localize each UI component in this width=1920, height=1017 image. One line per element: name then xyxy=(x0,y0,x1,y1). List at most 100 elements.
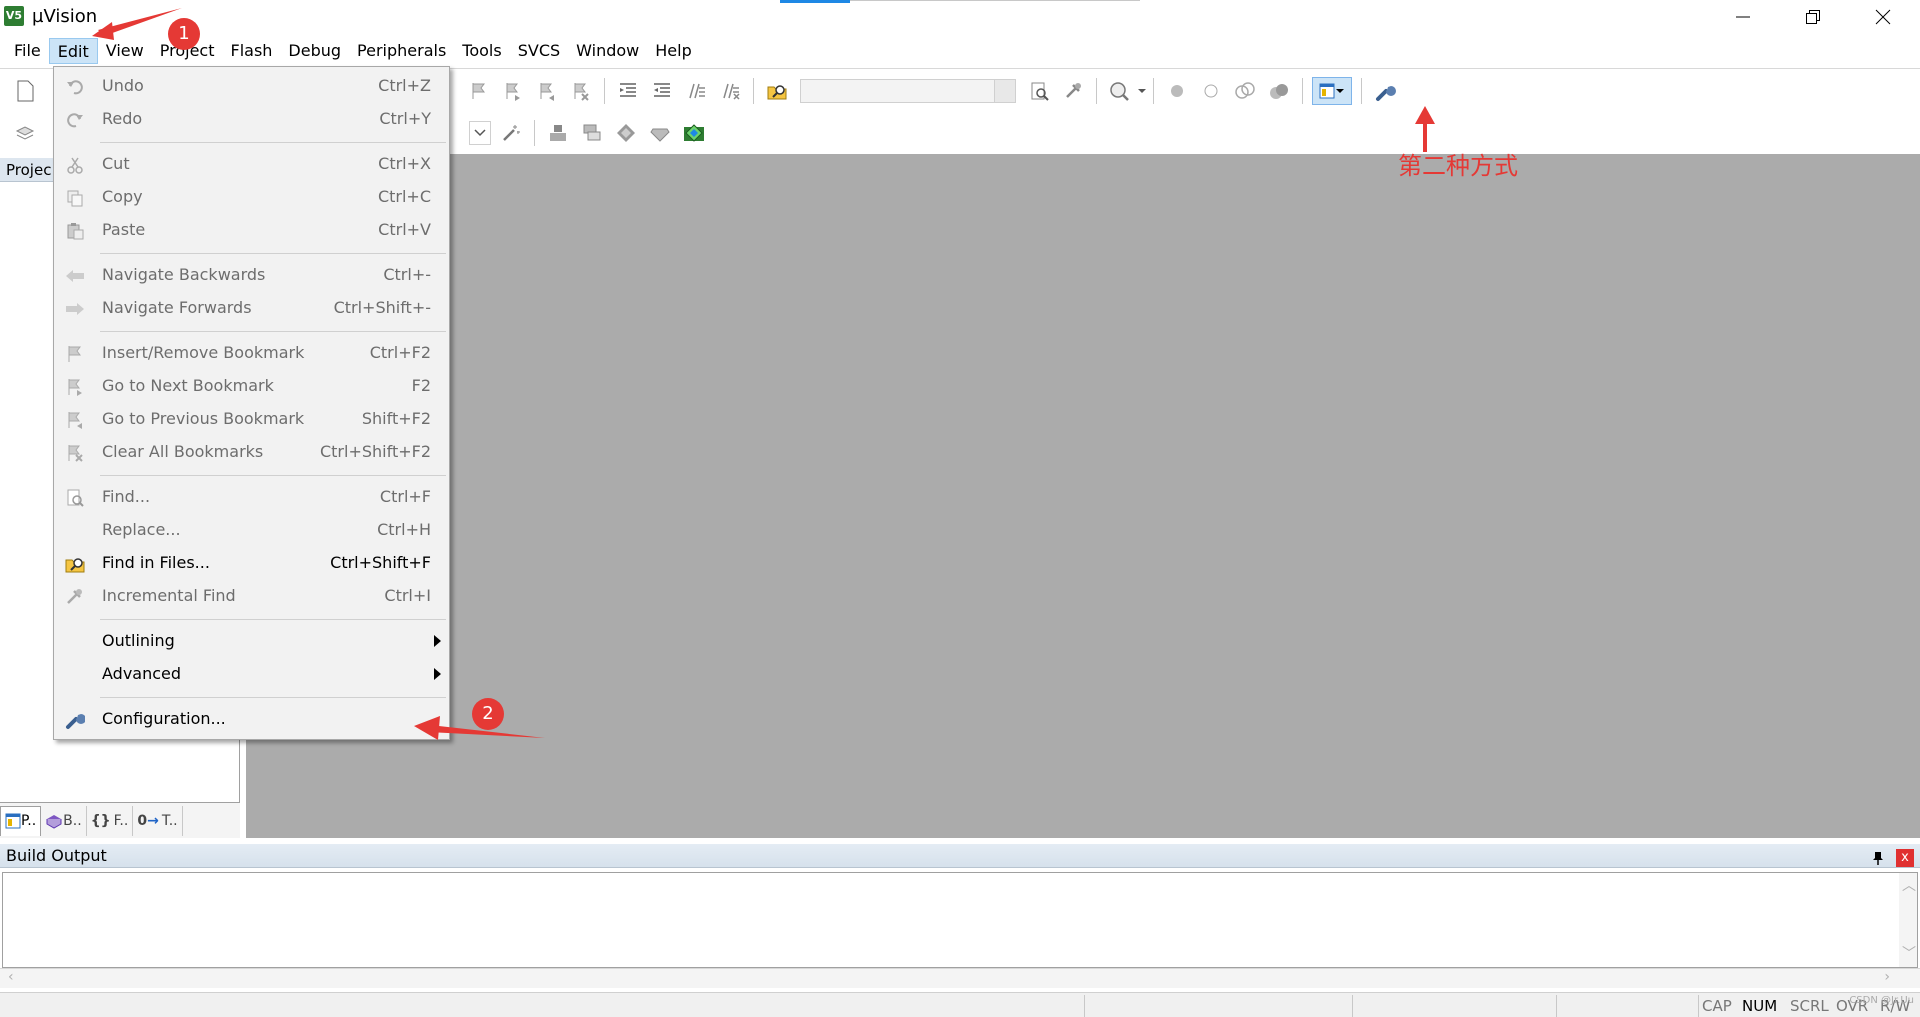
menu-item-next-bookmark[interactable]: Go to Next Bookmark F2 xyxy=(54,370,449,403)
templates-icon: 0→ xyxy=(137,812,159,829)
redo-icon xyxy=(64,109,86,131)
prev-bookmark-button[interactable] xyxy=(533,77,561,105)
menu-item-replace[interactable]: Replace... Ctrl+H xyxy=(54,514,449,547)
options-magic-button[interactable] xyxy=(497,119,525,147)
toolbar-separator xyxy=(1302,78,1303,104)
menu-file[interactable]: File xyxy=(6,38,49,64)
find-in-files-toolbar-button[interactable] xyxy=(763,77,791,105)
menu-item-label: Advanced xyxy=(102,664,182,683)
title-bar: V5 µVision xyxy=(0,0,1920,34)
menu-item-redo[interactable]: Redo Ctrl+Y xyxy=(54,103,449,136)
menu-view[interactable]: View xyxy=(98,38,152,64)
build-output-horizontal-scrollbar[interactable]: ‹ › xyxy=(0,968,1920,988)
menu-flash[interactable]: Flash xyxy=(222,38,280,64)
scroll-down-icon[interactable]: ﹀ xyxy=(1902,943,1916,963)
menu-item-undo[interactable]: Undo Ctrl+Z xyxy=(54,70,449,103)
translate-button[interactable] xyxy=(11,119,39,147)
tab-functions[interactable]: {} F.. xyxy=(87,805,134,836)
target-dropdown-button[interactable] xyxy=(469,121,491,145)
annotation-second-method: 第二种方式 xyxy=(1398,152,1518,180)
menu-item-configuration[interactable]: Configuration... xyxy=(54,703,449,736)
pin-icon[interactable] xyxy=(1870,850,1886,866)
manage-components-button[interactable] xyxy=(544,119,572,147)
insert-bookmark-button[interactable] xyxy=(465,77,493,105)
menu-item-previous-bookmark[interactable]: Go to Previous Bookmark Shift+F2 xyxy=(54,403,449,436)
indent-button[interactable] xyxy=(614,77,642,105)
incremental-find-icon xyxy=(64,586,86,608)
watermark: CSDN @Jr.Uu xyxy=(1849,995,1914,1006)
comment-button[interactable] xyxy=(682,77,710,105)
browse-button[interactable] xyxy=(1106,77,1134,105)
breakpoint-icon xyxy=(1171,85,1183,97)
restore-button[interactable] xyxy=(1778,0,1848,34)
menu-item-find[interactable]: Find... Ctrl+F xyxy=(54,481,449,514)
find-combo-box[interactable] xyxy=(800,79,1016,103)
build-output-text[interactable]: ︿ ﹀ xyxy=(2,872,1918,968)
toolbar-row-build xyxy=(8,113,42,153)
cut-icon xyxy=(64,154,86,176)
indent-icon xyxy=(620,83,636,97)
menu-item-clear-all-bookmarks[interactable]: Clear All Bookmarks Ctrl+Shift+F2 xyxy=(54,436,449,469)
incremental-find-button[interactable] xyxy=(1059,77,1087,105)
bookmark-flag-icon xyxy=(472,83,485,99)
scroll-up-icon[interactable]: ︿ xyxy=(1902,875,1916,895)
packs-icon xyxy=(583,124,601,141)
run-time-environment-button[interactable] xyxy=(646,119,674,147)
kill-all-breakpoints-button[interactable] xyxy=(1265,77,1293,105)
select-software-packs-button[interactable] xyxy=(578,119,606,147)
menu-item-shortcut: Ctrl+F2 xyxy=(369,343,431,362)
editor-area[interactable] xyxy=(246,154,1920,838)
clear-bookmarks-button[interactable] xyxy=(567,77,595,105)
menu-item-shortcut: Ctrl+- xyxy=(383,265,431,284)
disable-breakpoint-button[interactable] xyxy=(1197,77,1225,105)
menu-item-insert-remove-bookmark[interactable]: Insert/Remove Bookmark Ctrl+F2 xyxy=(54,337,449,370)
window-title: µVision xyxy=(32,6,98,27)
menu-item-navigate-forwards[interactable]: Navigate Forwards Ctrl+Shift+- xyxy=(54,292,449,325)
magnifier-icon xyxy=(1110,82,1129,101)
menu-item-cut[interactable]: Cut Ctrl+X xyxy=(54,148,449,181)
menu-item-copy[interactable]: Copy Ctrl+C xyxy=(54,181,449,214)
minimize-button[interactable] xyxy=(1708,0,1778,34)
breakpoint-button[interactable] xyxy=(1163,77,1191,105)
chevron-down-icon[interactable] xyxy=(1137,86,1147,96)
gem-icon xyxy=(650,128,670,142)
functions-icon: {} xyxy=(90,812,111,829)
menu-debug[interactable]: Debug xyxy=(280,38,349,64)
tab-templates[interactable]: 0→ T.. xyxy=(133,805,183,836)
green-pack-button[interactable] xyxy=(680,119,708,147)
menu-separator xyxy=(100,253,446,254)
new-file-button[interactable] xyxy=(11,77,39,105)
menu-svcs[interactable]: SVCS xyxy=(510,38,568,64)
close-window-button[interactable] xyxy=(1848,0,1918,34)
project-panel-tabs: P.. B.. {} F.. 0→ T.. xyxy=(0,802,240,838)
window-layout-button[interactable] xyxy=(1312,77,1352,105)
configuration-toolbar-button[interactable] xyxy=(1371,77,1399,105)
menu-item-label: Paste xyxy=(102,220,146,239)
menu-window[interactable]: Window xyxy=(568,38,647,64)
next-bookmark-button[interactable] xyxy=(499,77,527,105)
scroll-right-icon[interactable]: › xyxy=(1884,969,1890,985)
tab-books[interactable]: B.. xyxy=(41,805,87,836)
menu-item-advanced[interactable]: Advanced xyxy=(54,658,449,691)
disable-all-breakpoints-button[interactable] xyxy=(1231,77,1259,105)
menu-edit[interactable]: Edit xyxy=(48,38,98,64)
build-output-vertical-scrollbar[interactable]: ︿ ﹀ xyxy=(1899,873,1917,967)
prev-bookmark-icon xyxy=(540,83,554,101)
scroll-left-icon[interactable]: ‹ xyxy=(8,969,14,985)
tab-project[interactable]: P.. xyxy=(0,805,42,836)
menu-item-paste[interactable]: Paste Ctrl+V xyxy=(54,214,449,247)
wrench-icon xyxy=(1376,86,1396,101)
pack-installer-button[interactable] xyxy=(612,119,640,147)
menu-help[interactable]: Help xyxy=(647,38,699,64)
menu-item-incremental-find[interactable]: Incremental Find Ctrl+I xyxy=(54,580,449,613)
unindent-button[interactable] xyxy=(648,77,676,105)
find-button[interactable] xyxy=(1025,77,1053,105)
build-output-close-button[interactable]: x xyxy=(1896,849,1914,867)
breakpoint-outline-icon xyxy=(1204,84,1218,98)
menu-item-outlining[interactable]: Outlining xyxy=(54,625,449,658)
menu-tools[interactable]: Tools xyxy=(454,38,509,64)
uncomment-button[interactable] xyxy=(716,77,744,105)
menu-item-find-in-files[interactable]: Find in Files... Ctrl+Shift+F xyxy=(54,547,449,580)
menu-item-navigate-backwards[interactable]: Navigate Backwards Ctrl+- xyxy=(54,259,449,292)
menu-peripherals[interactable]: Peripherals xyxy=(349,38,454,64)
